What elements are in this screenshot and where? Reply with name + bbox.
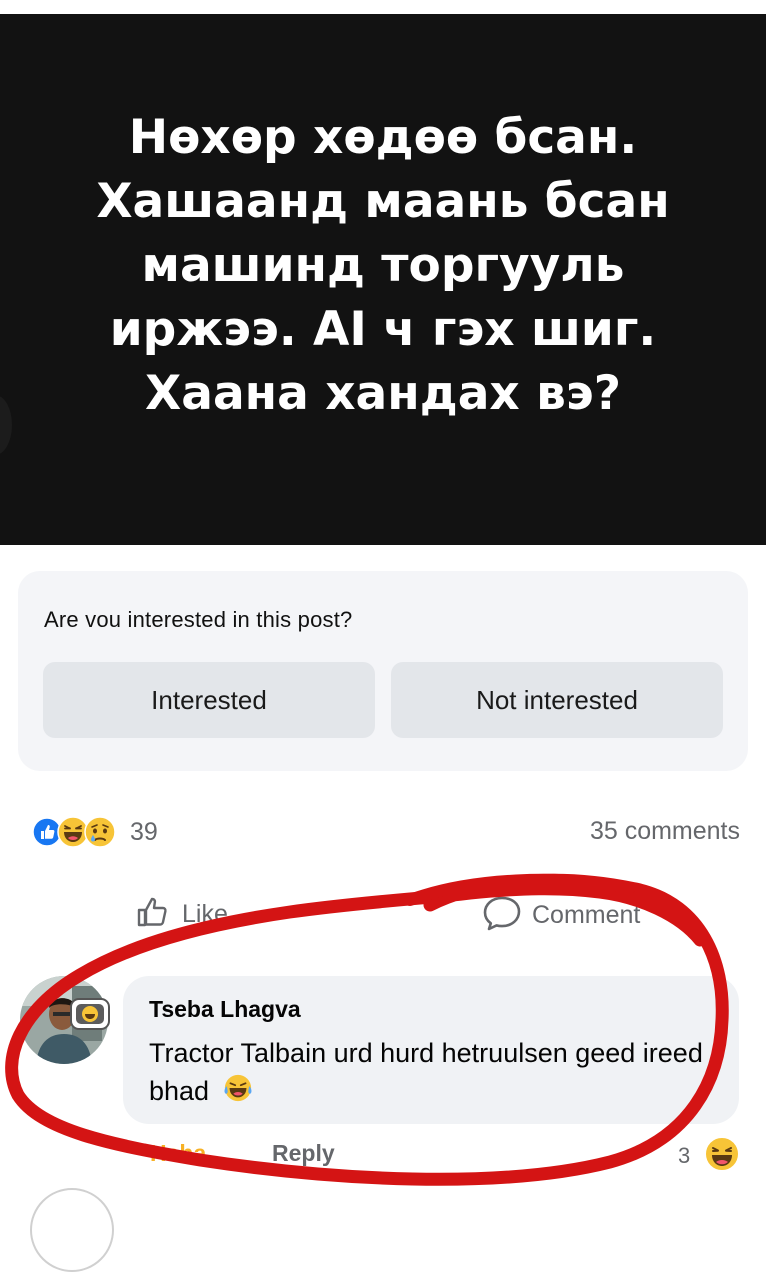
like-button[interactable]: Like xyxy=(136,895,228,934)
not-interested-button[interactable]: Not interested xyxy=(391,662,723,738)
reply-button[interactable]: Reply xyxy=(272,1140,335,1167)
interest-card: Are vou interested in this post? Interes… xyxy=(18,571,748,771)
grinning-reaction-icon xyxy=(702,1134,742,1179)
top-strip xyxy=(0,0,766,14)
comments-count[interactable]: 35 comments xyxy=(590,817,740,846)
comment-reaction-count: 3 xyxy=(678,1143,691,1168)
like-label: Like xyxy=(182,900,228,928)
comment-reaction-label[interactable]: Haha xyxy=(150,1140,206,1167)
commenter-avatar[interactable] xyxy=(20,976,112,1068)
comment-label: Comment xyxy=(532,901,641,929)
thumbs-up-icon xyxy=(136,895,170,934)
comment-button[interactable]: Comment xyxy=(482,894,640,937)
post-image[interactable]: Нөхөр хөдөө бсан. Хашаанд маань бсан маш… xyxy=(0,14,766,545)
grinning-badge-icon xyxy=(70,998,110,1030)
speech-bubble-icon xyxy=(482,894,522,937)
comment-author[interactable]: Tseba Lhagva xyxy=(149,996,301,1023)
reaction-count: 39 xyxy=(130,817,158,846)
reaction-summary[interactable]: 39 xyxy=(32,814,158,850)
sad-reaction-icon xyxy=(84,816,116,848)
comment-body: Tractor Talbain urd hurd hetruulsen geed… xyxy=(149,1034,729,1113)
post-text: Нөхөр хөдөө бсан. Хашаанд маань бсан маш… xyxy=(96,110,670,421)
interest-question: Are vou interested in this post? xyxy=(44,607,353,632)
interested-button[interactable]: Interested xyxy=(43,662,375,738)
comment-bubble[interactable]: Tseba Lhagva Tractor Talbain urd hurd he… xyxy=(123,976,739,1124)
laughing-tears-icon xyxy=(223,1073,253,1113)
next-comment-avatar[interactable] xyxy=(30,1188,114,1272)
